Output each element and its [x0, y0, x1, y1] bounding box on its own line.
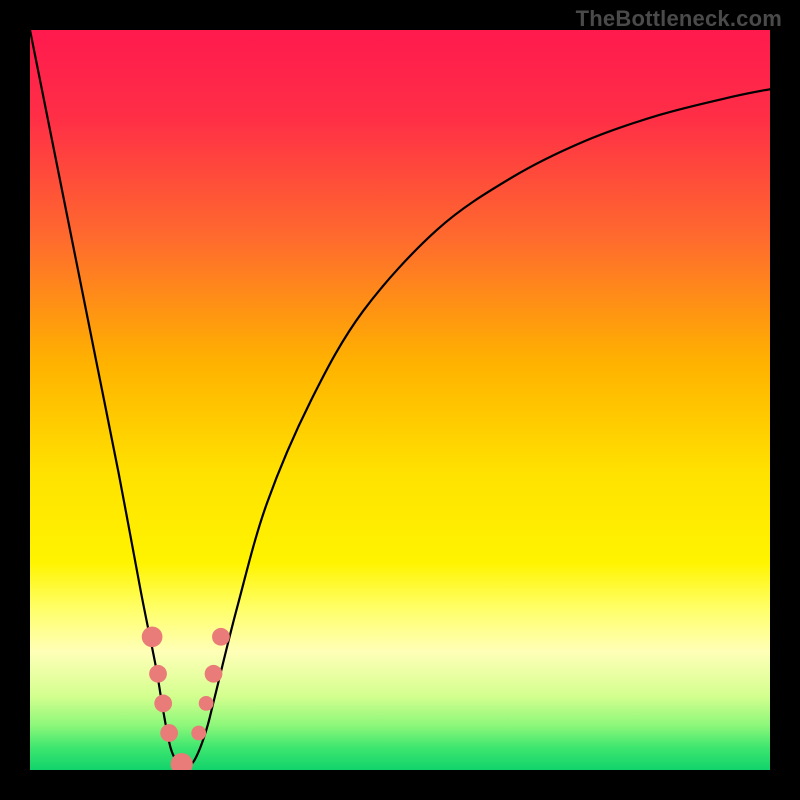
right-marker-a [191, 726, 206, 741]
left-marker-a [142, 626, 163, 647]
left-marker-b [149, 665, 167, 683]
right-marker-d [212, 628, 230, 646]
marker-group [142, 626, 230, 770]
right-marker-c [205, 665, 223, 683]
left-marker-c [154, 695, 172, 713]
left-marker-d [160, 724, 178, 742]
watermark-text: TheBottleneck.com [576, 6, 782, 32]
right-marker-b [199, 696, 214, 711]
chart-frame: TheBottleneck.com [0, 0, 800, 800]
bottleneck-curve [30, 30, 770, 766]
plot-area [30, 30, 770, 770]
curve-layer [30, 30, 770, 770]
